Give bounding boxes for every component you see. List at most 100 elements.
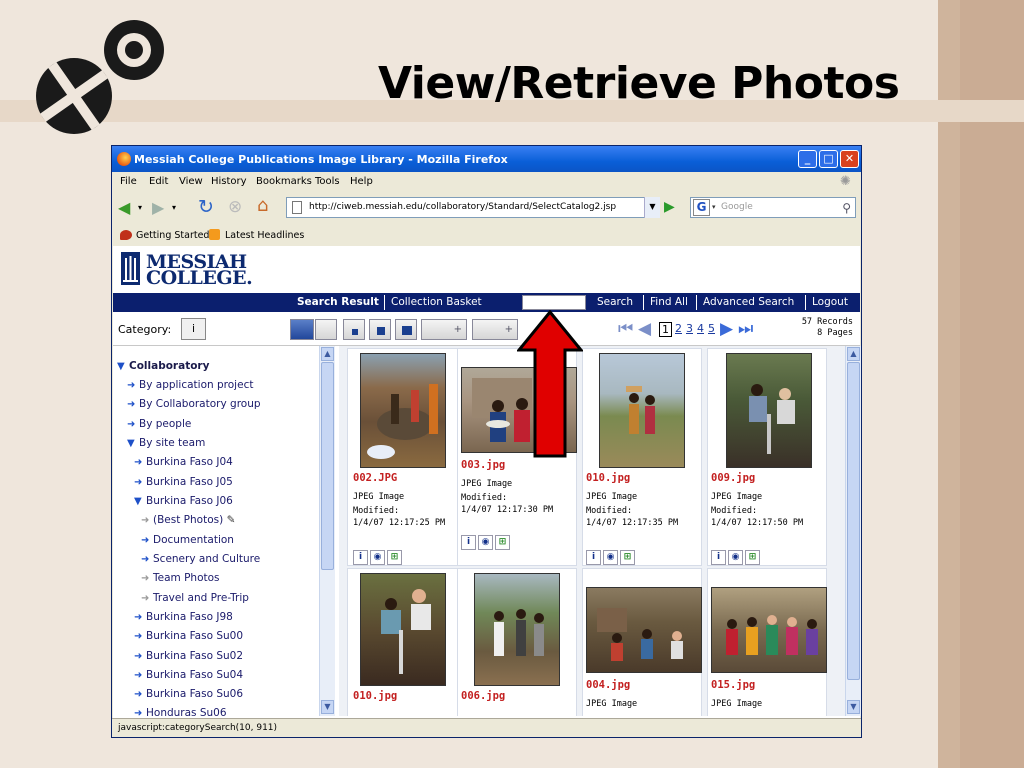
medium-size-icon[interactable] [369,319,391,340]
tree-item[interactable]: ➜ Scenery and Culture [141,553,260,565]
scroll-up-icon[interactable]: ▲ [321,347,334,361]
view-eye-icon[interactable]: ◉ [603,550,618,565]
page-3[interactable]: 3 [686,322,693,335]
scroll-thumb[interactable] [847,362,860,680]
page-2[interactable]: 2 [675,322,682,335]
tree-item[interactable]: ➜ (Best Photos) ✎ [141,514,235,526]
nav-search-result[interactable]: Search Result [297,296,379,308]
tree-item[interactable]: ➜ Team Photos [141,572,220,584]
menu-file[interactable]: File [120,176,137,187]
grid-scrollbar[interactable]: ▲ ▼ [845,346,861,716]
photo-card[interactable]: 010.jpg JPEG Image Modified: 1/4/07 12:1… [582,348,702,566]
photo-filename[interactable]: 002.JPG [353,472,397,484]
tree-item[interactable]: ➜ Burkina Faso Su00 [134,630,243,642]
menu-edit[interactable]: Edit [149,176,168,187]
back-dropdown-icon[interactable]: ▾ [138,198,142,218]
home-icon[interactable]: ⌂ [257,196,268,216]
engine-dropdown-icon[interactable]: ▾ [712,198,716,217]
stop-icon[interactable]: ⊗ [228,197,242,217]
photo-card[interactable]: 004.jpg JPEG Image [582,568,702,716]
photo-thumbnail[interactable] [474,573,560,686]
forward-icon[interactable]: ▶ [152,198,164,218]
tree-item[interactable]: ▼ By site team [127,437,205,449]
tree-item[interactable]: ➜ Burkina Faso Su02 [134,650,243,662]
page-4[interactable]: 4 [697,322,704,335]
photo-thumbnail[interactable] [711,587,827,673]
nav-logout[interactable]: Logout [812,296,848,308]
photo-card[interactable]: 010.jpg [347,568,467,716]
tree-item[interactable]: ➜ Travel and Pre-Trip [141,592,249,604]
tree-item[interactable]: ➜ By application project [127,379,253,391]
add-to-basket-icon[interactable]: ⊞ [387,550,402,565]
tree-item[interactable]: ➜ Burkina Faso J98 [134,611,233,623]
window-titlebar[interactable]: Messiah College Publications Image Libra… [112,146,861,172]
menu-view[interactable]: View [179,176,203,187]
menu-bookmarks[interactable]: Bookmarks [256,176,312,187]
nav-find-all[interactable]: Find All [650,296,688,308]
view-eye-icon[interactable]: ◉ [478,535,493,550]
tree-item[interactable]: ▼ Burkina Faso J06 [134,495,233,507]
tree-item[interactable]: ➜ By Collaboratory group [127,398,261,410]
photo-filename[interactable]: 010.jpg [353,690,397,702]
columns-add-icon[interactable]: + [421,319,467,340]
list-view-icon[interactable] [315,319,337,340]
edit-pencil-icon[interactable]: ✎ [227,514,236,526]
tree-scrollbar[interactable]: ▲ ▼ [319,346,335,716]
minimize-button[interactable]: _ [798,150,817,168]
bookmark-getting-started[interactable]: Getting Started [136,230,209,241]
photo-card[interactable]: 006.jpg [457,568,577,716]
prev-page-icon[interactable]: ◀ [638,320,651,338]
info-icon[interactable]: i [461,535,476,550]
photo-filename[interactable]: 015.jpg [711,679,755,691]
tree-item[interactable]: ➜ Burkina Faso J05 [134,476,233,488]
tree-item-collaboratory[interactable]: ▼ Collaboratory [117,360,209,372]
info-icon[interactable]: i [711,550,726,565]
photo-card[interactable]: 015.jpg JPEG Image [707,568,827,716]
nav-collection-basket[interactable]: Collection Basket [391,296,482,308]
photo-thumbnail[interactable] [360,353,446,468]
scroll-down-icon[interactable]: ▼ [321,700,334,714]
scroll-down-icon[interactable]: ▼ [847,700,860,714]
add-to-basket-icon[interactable]: ⊞ [495,535,510,550]
scroll-thumb[interactable] [321,362,334,570]
photo-thumbnail[interactable] [599,353,685,468]
maximize-button[interactable]: □ [819,150,838,168]
forward-dropdown-icon[interactable]: ▾ [172,198,176,218]
photo-filename[interactable]: 010.jpg [586,472,630,484]
category-info-button[interactable]: i [181,318,206,340]
tree-item[interactable]: ➜ Burkina Faso J04 [134,456,233,468]
page-5[interactable]: 5 [708,322,715,335]
nav-advanced-search[interactable]: Advanced Search [703,296,794,308]
menu-history[interactable]: History [211,176,247,187]
info-icon[interactable]: i [586,550,601,565]
add-to-basket-icon[interactable]: ⊞ [620,550,635,565]
thumbnail-view-icon[interactable] [290,319,314,340]
url-bar[interactable]: http://ciweb.messiah.edu/collaboratory/S… [286,197,660,218]
tree-item[interactable]: ➜ Burkina Faso Su04 [134,669,243,681]
nav-search[interactable]: Search [597,296,633,308]
back-icon[interactable]: ◀ [118,198,130,218]
search-icon[interactable]: ⚲ [842,199,851,218]
tree-item[interactable]: ➜ Burkina Faso Su06 [134,688,243,700]
menu-help[interactable]: Help [350,176,373,187]
add-to-basket-icon[interactable]: ⊞ [745,550,760,565]
close-button[interactable]: ✕ [840,150,859,168]
last-page-icon[interactable]: ⏭ [738,320,753,338]
photo-thumbnail[interactable] [726,353,812,468]
rows-add-icon[interactable]: + [472,319,518,340]
photo-card[interactable]: 002.JPG JPEG Image Modified: 1/4/07 12:1… [347,348,467,566]
next-page-icon[interactable]: ▶ [720,320,733,338]
photo-filename[interactable]: 004.jpg [586,679,630,691]
small-size-icon[interactable] [343,319,365,340]
url-dropdown-icon[interactable]: ▼ [644,197,660,218]
photo-filename[interactable]: 009.jpg [711,472,755,484]
photo-thumbnail[interactable] [586,587,702,673]
scroll-up-icon[interactable]: ▲ [847,347,860,361]
reload-icon[interactable]: ↻ [198,197,214,217]
page-1[interactable]: 1 [659,322,672,337]
menu-tools[interactable]: Tools [315,176,340,187]
view-eye-icon[interactable]: ◉ [370,550,385,565]
photo-card[interactable]: 009.jpg JPEG Image Modified: 1/4/07 12:1… [707,348,827,566]
go-icon[interactable]: ▶ [664,199,680,215]
tree-item[interactable]: ➜ By people [127,418,191,430]
